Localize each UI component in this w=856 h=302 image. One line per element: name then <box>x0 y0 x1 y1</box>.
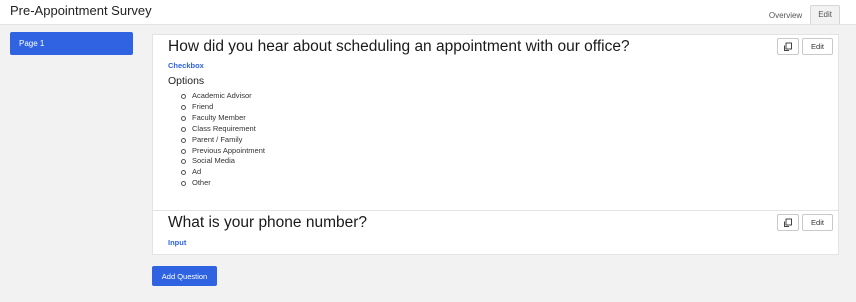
question-card: What is your phone number? Input Edit <box>152 211 839 255</box>
duplicate-button[interactable] <box>777 214 799 231</box>
option-item: Ad <box>181 167 265 178</box>
view-tabs: Overview Edit <box>763 5 840 24</box>
option-label: Academic Advisor <box>192 91 252 100</box>
top-bar: Pre-Appointment Survey Overview Edit <box>0 0 856 25</box>
duplicate-button[interactable] <box>777 38 799 55</box>
bullet-icon <box>181 170 186 176</box>
options-list: Academic Advisor Friend Faculty Member C… <box>181 91 265 189</box>
option-item: Other <box>181 178 265 189</box>
question-title: What is your phone number? <box>168 214 368 231</box>
question-title: How did you hear about scheduling an app… <box>168 38 630 55</box>
bullet-icon <box>181 104 186 110</box>
options-heading: Options <box>168 75 205 87</box>
option-item: Faculty Member <box>181 113 265 124</box>
duplicate-icon <box>784 42 792 51</box>
option-label: Friend <box>192 101 214 111</box>
add-question-button[interactable]: Add Question <box>152 266 217 286</box>
tab-edit[interactable]: Edit <box>810 5 840 24</box>
survey-title: Pre-Appointment Survey <box>10 3 152 18</box>
option-label: Faculty Member <box>192 112 246 122</box>
edit-question-button[interactable]: Edit <box>802 214 833 231</box>
question-list: How did you hear about scheduling an app… <box>152 34 839 255</box>
bullet-icon <box>181 94 186 99</box>
question-type-label: Checkbox <box>168 61 204 70</box>
bullet-icon <box>181 126 186 132</box>
tab-overview[interactable]: Overview <box>763 7 808 24</box>
edit-question-button[interactable]: Edit <box>802 38 833 55</box>
option-item: Class Requirement <box>181 124 265 135</box>
option-item: Friend <box>181 102 265 113</box>
bullet-icon <box>181 137 186 143</box>
bullet-icon <box>181 181 186 187</box>
option-item: Social Media <box>181 156 265 167</box>
bullet-icon <box>181 148 186 154</box>
bullet-icon <box>181 159 186 165</box>
option-label: Ad <box>192 167 202 177</box>
question-card: How did you hear about scheduling an app… <box>152 34 839 211</box>
bullet-icon <box>181 115 186 121</box>
option-item: Previous Appointment <box>181 146 265 157</box>
option-item: Parent / Family <box>181 135 265 146</box>
option-label: Previous Appointment <box>192 145 265 155</box>
option-item: Academic Advisor <box>181 91 265 102</box>
option-label: Other <box>192 178 211 188</box>
option-label: Social Media <box>192 156 235 166</box>
option-label: Parent / Family <box>192 134 243 144</box>
duplicate-icon <box>784 218 792 227</box>
sidebar-item-page-1[interactable]: Page 1 <box>10 32 133 55</box>
question-type-label: Input <box>168 238 187 247</box>
question-actions: Edit <box>777 214 833 231</box>
question-actions: Edit <box>777 38 833 55</box>
option-label: Class Requirement <box>192 123 256 133</box>
